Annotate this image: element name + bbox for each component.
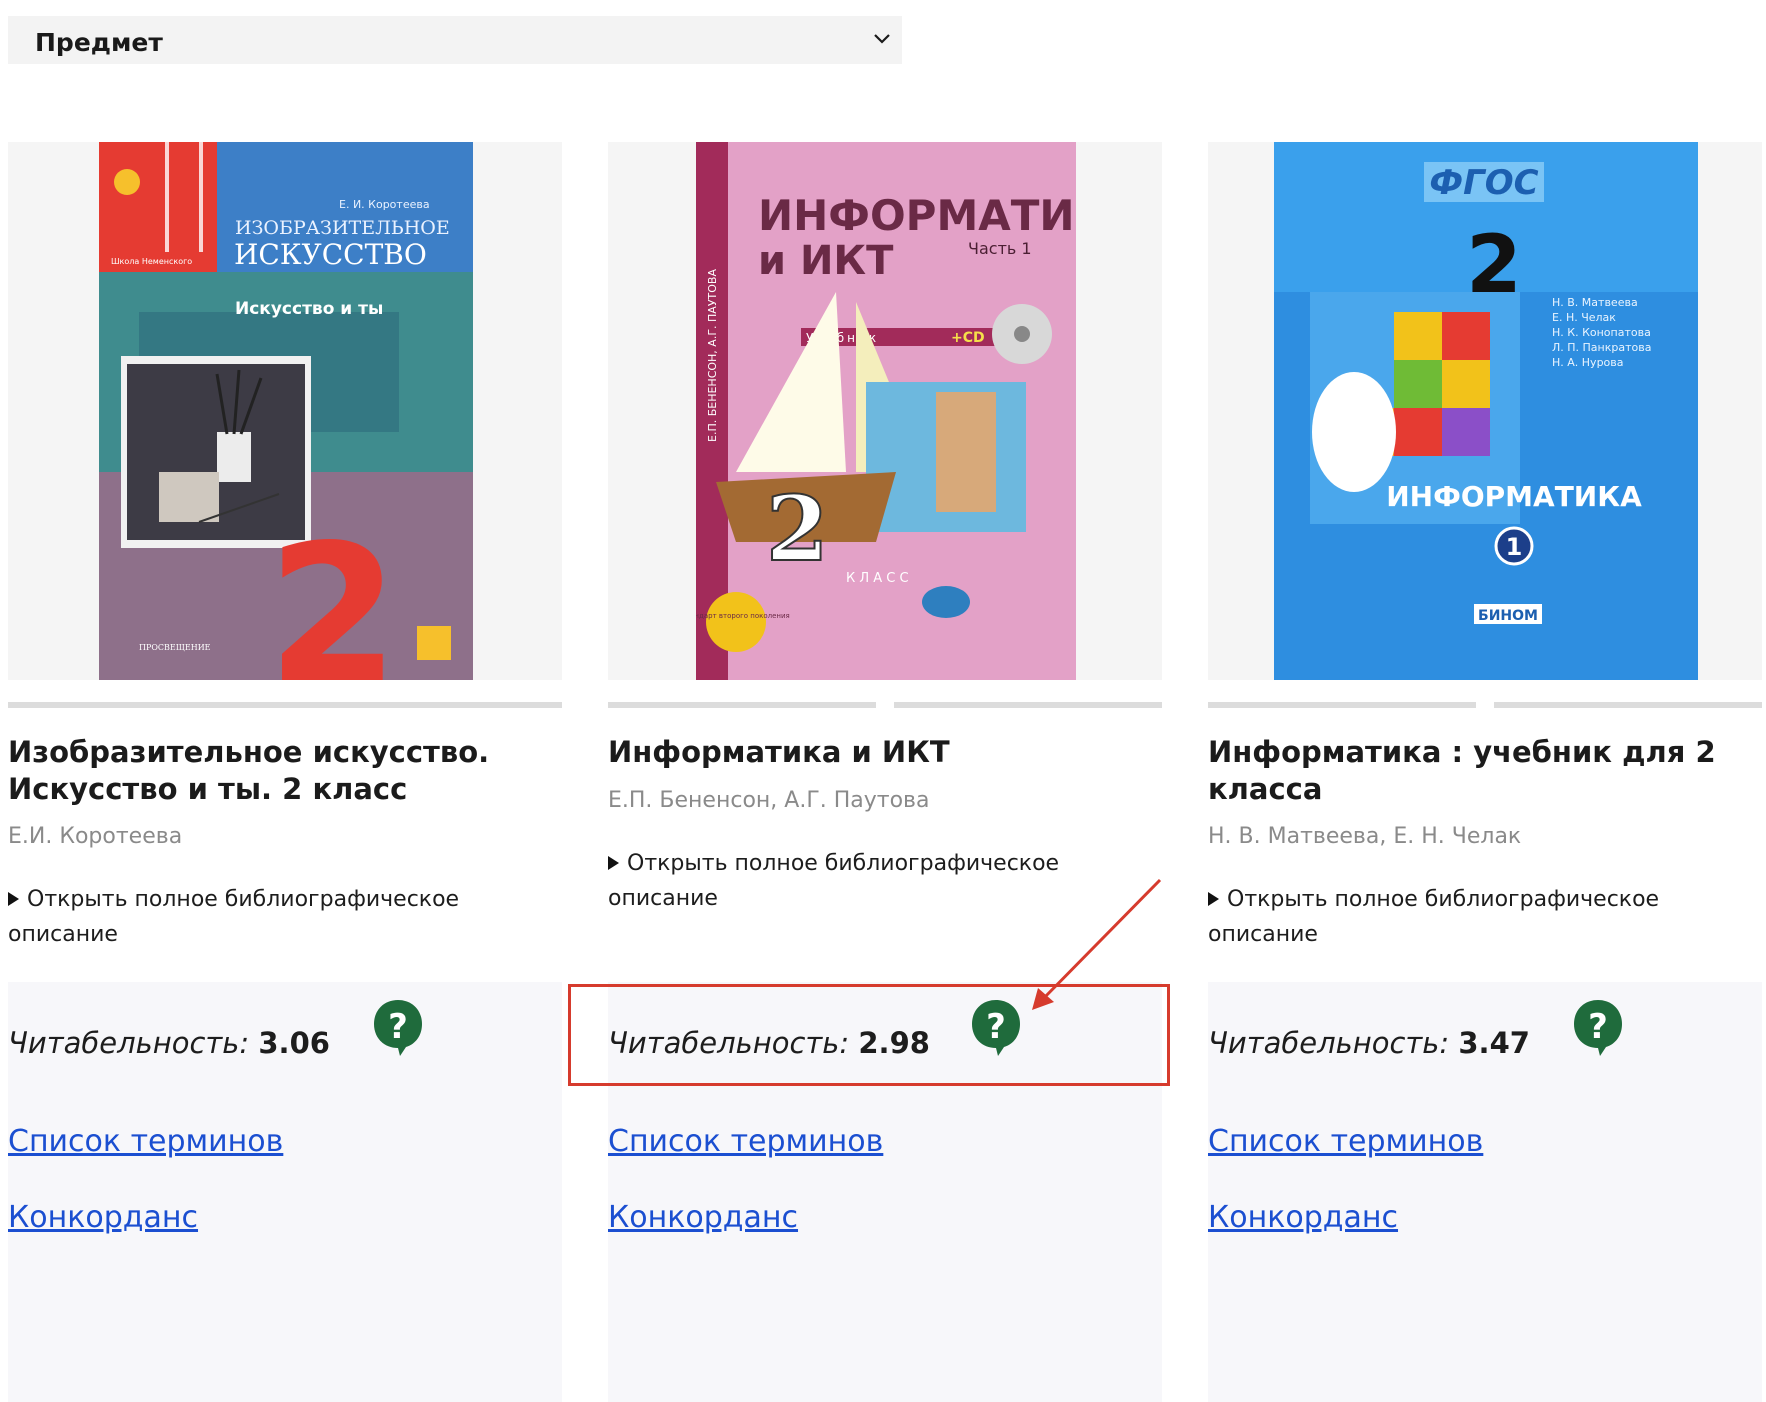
cover-spine-authors: Е.П. БЕНЕНСОН, А.Г. ПАУТОВА <box>706 269 719 442</box>
terms-list-link[interactable]: Список терминов <box>1208 1124 1483 1159</box>
cover-author-5: Н. А. Нурова <box>1552 356 1624 369</box>
book-card: ФГОС 2 Н. В. Матвеева Е. Н. Челак Н. К. … <box>1208 142 1762 1402</box>
book-card: Е.П. БЕНЕНСОН, А.Г. ПАУТОВА ИНФОРМАТИКА … <box>608 142 1162 1402</box>
book-cover-frame: Е.П. БЕНЕНСОН, А.Г. ПАУТОВА ИНФОРМАТИКА … <box>608 142 1162 680</box>
concordance-link[interactable]: Конкорданс <box>8 1200 198 1235</box>
biblio-toggle[interactable]: Открыть полное библиографическое описани… <box>8 882 528 952</box>
cover-grade: 2 <box>766 476 829 582</box>
book-title[interactable]: Информатика и ИКТ <box>608 734 1162 771</box>
cover-standard: стандарт второго поколения <box>696 612 790 620</box>
cover-tab[interactable] <box>1494 702 1762 708</box>
cover-tabs <box>8 702 562 710</box>
chevron-down-icon <box>874 34 890 44</box>
book-authors: Н. В. Матвеева, Е. Н. Челак <box>1208 824 1522 849</box>
book-stats-panel: Читабельность: 3.47 ? Список терминов Ко… <box>1208 982 1762 1402</box>
help-question-icon[interactable]: ? <box>1572 998 1624 1058</box>
book-authors: Е.П. Бененсон, А.Г. Паутова <box>608 788 930 813</box>
biblio-toggle-label: Открыть полное библиографическое описани… <box>8 887 460 947</box>
triangle-right-icon <box>608 856 619 870</box>
cover-school: Школа Неменского <box>111 257 192 266</box>
cover-title: ИНФОРМАТИКА <box>1386 480 1642 513</box>
cover-tabs <box>608 702 1162 710</box>
cover-tab[interactable] <box>608 702 876 708</box>
cover-badge: ФГОС <box>1429 163 1538 203</box>
cover-grade-word: К Л А С С <box>846 571 909 586</box>
annotation-arrow-icon <box>1032 878 1162 1010</box>
cover-author-3: Н. К. Конопатова <box>1552 326 1651 339</box>
cover-title-line1: ИЗОБРАЗИТЕЛЬНОЕ <box>235 217 450 239</box>
concordance-link[interactable]: Конкорданс <box>608 1200 798 1235</box>
readability-value: 3.06 <box>258 1026 330 1060</box>
concordance-link[interactable]: Конкорданс <box>1208 1200 1398 1235</box>
subject-filter-label: Предмет <box>35 28 163 57</box>
book-stats-panel: Читабельность: 3.06 ? Список терминов Ко… <box>8 982 562 1402</box>
readability-label: Читабельность: <box>8 1026 250 1060</box>
help-question-icon[interactable]: ? <box>372 998 424 1058</box>
cover-title-line2: и ИКТ <box>758 238 894 284</box>
cover-author-2: Е. Н. Челак <box>1552 311 1616 324</box>
readability-label: Читабельность: <box>1208 1026 1450 1060</box>
book-cover-frame: ФГОС 2 Н. В. Матвеева Е. Н. Челак Н. К. … <box>1208 142 1762 680</box>
book-cover-frame: Школа Неменского Е. И. Коротеева ИЗОБРАЗ… <box>8 142 562 680</box>
triangle-right-icon <box>8 892 19 906</box>
readability-value: 3.47 <box>1458 1026 1530 1060</box>
cover-publisher: ПРОСВЕЩЕНИЕ <box>139 643 211 652</box>
cover-title-line1: ИНФОРМАТИКА <box>758 191 1076 240</box>
cover-part: Часть 1 <box>968 239 1032 258</box>
terms-list-link[interactable]: Список терминов <box>8 1124 283 1159</box>
cover-title-line2: ИСКУССТВО <box>234 238 427 271</box>
book-title[interactable]: Информатика : учебник для 2 класса <box>1208 734 1762 808</box>
cover-cd: +CD <box>951 330 985 346</box>
cover-publisher: БИНОМ <box>1478 608 1538 624</box>
triangle-right-icon <box>1208 892 1219 906</box>
cover-tab[interactable] <box>894 702 1162 708</box>
biblio-toggle-label: Открыть полное библиографическое описани… <box>608 851 1060 911</box>
book-cover-image[interactable]: ФГОС 2 Н. В. Матвеева Е. Н. Челак Н. К. … <box>1274 142 1698 680</box>
cover-author: Е. И. Коротеева <box>339 198 430 211</box>
book-card: Школа Неменского Е. И. Коротеева ИЗОБРАЗ… <box>8 142 562 1402</box>
readability: Читабельность: 3.47 <box>1208 1026 1530 1060</box>
cover-grade: 2 <box>267 504 399 680</box>
cover-subtitle: Искусство и ты <box>235 299 383 319</box>
cover-author-1: Н. В. Матвеева <box>1552 296 1638 309</box>
book-title[interactable]: Изобразительное искусство. Искусство и т… <box>8 734 562 808</box>
book-cover-image[interactable]: Е.П. БЕНЕНСОН, А.Г. ПАУТОВА ИНФОРМАТИКА … <box>696 142 1076 680</box>
cover-tab[interactable] <box>1208 702 1476 708</box>
book-cover-image[interactable]: Школа Неменского Е. И. Коротеева ИЗОБРАЗ… <box>99 142 473 680</box>
cover-tabs <box>1208 702 1762 710</box>
book-authors: Е.И. Коротеева <box>8 824 183 849</box>
subject-filter-select[interactable]: Предмет <box>8 16 902 64</box>
cover-tab[interactable] <box>8 702 562 708</box>
readability: Читабельность: 3.06 <box>8 1026 330 1060</box>
biblio-toggle-label: Открыть полное библиографическое описани… <box>1208 887 1660 947</box>
svg-text:?: ? <box>1588 1007 1608 1047</box>
cover-part: 1 <box>1506 533 1523 561</box>
biblio-toggle[interactable]: Открыть полное библиографическое описани… <box>1208 882 1728 952</box>
cover-author-4: Л. П. Панкратова <box>1552 341 1651 354</box>
terms-list-link[interactable]: Список терминов <box>608 1124 883 1159</box>
svg-text:?: ? <box>388 1007 408 1047</box>
